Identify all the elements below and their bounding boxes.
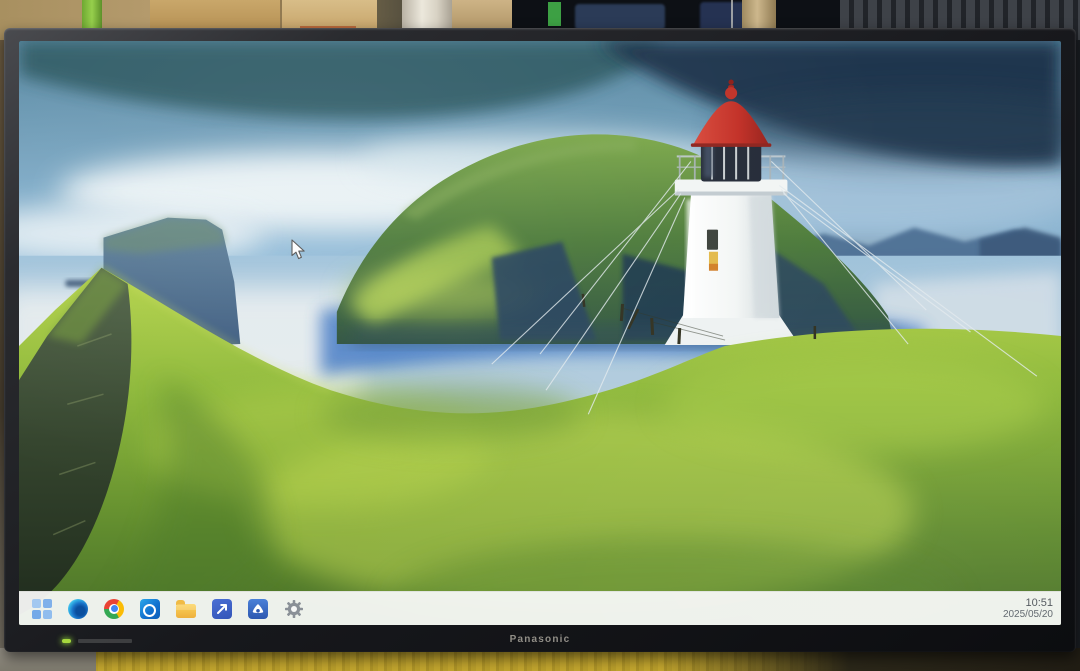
remote-app-button[interactable] (211, 598, 233, 620)
app-launcher-button[interactable] (31, 598, 53, 620)
tv-screen: 10:51 2025/05/20 (19, 41, 1061, 625)
outlook-icon (140, 599, 160, 619)
edge-button[interactable] (67, 598, 89, 620)
chrome-icon (104, 599, 124, 619)
settings-button[interactable] (283, 598, 305, 620)
bezel-sticker (78, 639, 132, 643)
mouse-cursor (291, 239, 306, 260)
remote-arrow-icon (212, 599, 232, 619)
file-manager-button[interactable] (175, 598, 197, 620)
edge-icon (68, 599, 88, 619)
taskbar-clock[interactable]: 10:51 2025/05/20 (1003, 597, 1053, 621)
clock-time: 10:51 (1003, 597, 1053, 609)
chrome-button[interactable] (103, 598, 125, 620)
tv-frame: 10:51 2025/05/20 Panasonic (4, 28, 1076, 652)
app-grid-icon (32, 599, 52, 619)
cloud-app-icon (248, 599, 268, 619)
photo-of-tv: 10:51 2025/05/20 Panasonic (0, 0, 1080, 671)
taskbar: 10:51 2025/05/20 (19, 591, 1061, 625)
navy-object (575, 4, 665, 30)
clock-date: 2025/05/20 (1003, 609, 1053, 621)
brand-logo: Panasonic (4, 634, 1076, 645)
wallpaper-image (19, 41, 1061, 625)
cloud-app-button[interactable] (247, 598, 269, 620)
green-object (548, 2, 561, 26)
folder-icon (176, 604, 196, 618)
power-led (62, 639, 71, 643)
settings-gear-icon (284, 599, 304, 619)
hanging-string (731, 0, 733, 30)
taskbar-icons (31, 598, 305, 620)
outlook-button[interactable] (139, 598, 161, 620)
